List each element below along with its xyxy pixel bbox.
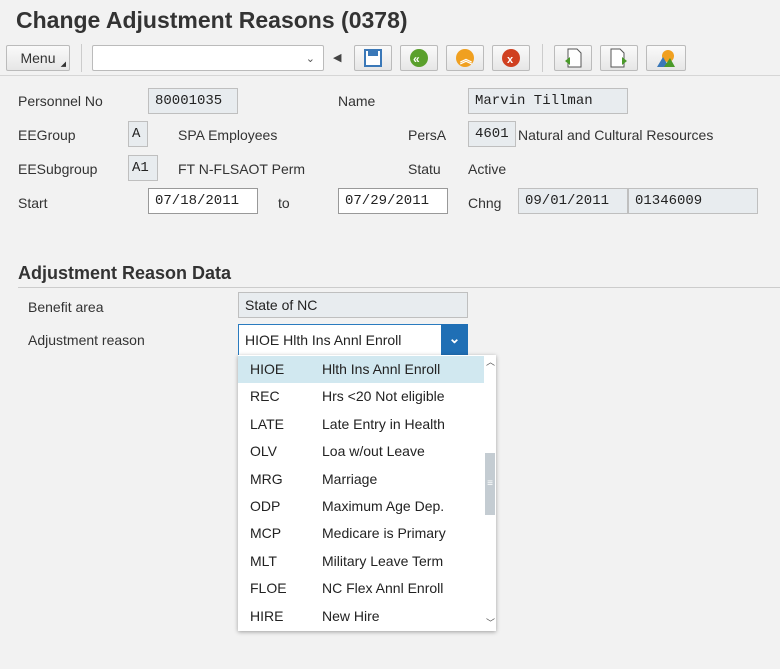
name-label: Name — [338, 93, 376, 109]
back-button[interactable]: « — [400, 45, 438, 71]
svg-text:︽: ︽ — [460, 52, 472, 66]
exit-button[interactable]: ︽ — [446, 45, 484, 71]
option-text: Marriage — [322, 470, 378, 487]
save-button[interactable] — [354, 45, 392, 71]
eegroup-label: EEGroup — [18, 127, 76, 143]
option-code: ODP — [250, 498, 281, 514]
exit-icon: ︽ — [456, 49, 474, 67]
option-text: Hrs <20 Not eligible — [322, 388, 445, 405]
persa-label: PersA — [408, 127, 447, 143]
section-title: Adjustment Reason Data — [18, 263, 232, 283]
save-icon — [364, 49, 382, 67]
persa-text: Natural and Cultural Resources — [518, 127, 714, 143]
option-code: MCP — [250, 525, 282, 542]
option-text: NC Flex Annl Enroll — [322, 580, 444, 597]
status-label: Statu — [408, 161, 441, 177]
eesubgroup-label: EESubgroup — [18, 161, 98, 177]
dropdown-option[interactable]: HIOE Hlth Ins Annl Enroll — [238, 356, 484, 383]
adjustment-reason-label: Adjustment reason — [28, 332, 145, 348]
previous-record-icon — [565, 48, 582, 68]
command-field[interactable]: ⌄ — [92, 45, 324, 71]
scroll-up-icon[interactable]: ︿ — [486, 355, 495, 368]
eesubgroup-field: A1 — [128, 155, 158, 181]
adjustment-reason-select[interactable]: HIOE Hlth Ins Annl Enroll — [238, 324, 468, 356]
eegroup-text: SPA Employees — [178, 127, 278, 143]
name-field: Marvin Tillman — [468, 88, 628, 114]
previous-record-button[interactable] — [554, 45, 592, 71]
option-code: MLT — [250, 552, 277, 569]
option-code: OLV — [250, 443, 277, 460]
changed-by-field: 01346009 — [628, 188, 758, 214]
changed-date-field: 09/01/2011 — [518, 188, 628, 214]
scroll-down-icon[interactable]: ﹀ — [486, 616, 495, 629]
next-record-icon — [610, 48, 627, 68]
scrollbar[interactable]: ︿ ≡ ﹀ — [484, 355, 496, 631]
chevron-down-icon: ⌄ — [305, 52, 315, 65]
option-text: Military Leave Term — [322, 552, 444, 569]
personnel-no-field: 80001035 — [148, 88, 238, 114]
dropdown-option[interactable]: OLV Loa w/out Leave — [238, 438, 484, 465]
benefit-area-label: Benefit area — [28, 299, 104, 315]
collapse-icon[interactable]: ◀ — [333, 51, 341, 64]
svg-text:«: « — [413, 52, 420, 66]
cancel-icon: x — [502, 49, 520, 67]
option-code: LATE — [250, 415, 284, 432]
overview-icon — [657, 50, 675, 67]
back-icon: « — [410, 49, 428, 67]
end-date-input[interactable]: 07/29/2011 — [338, 188, 448, 214]
option-text: Medicare is Primary — [322, 525, 446, 542]
dropdown-option[interactable]: LATE Late Entry in Health — [238, 411, 484, 438]
option-code: HIOE — [250, 361, 285, 377]
chng-label: Chng — [468, 195, 502, 211]
dropdown-option[interactable]: MRG Marriage — [238, 466, 484, 493]
persa-field: 4601 — [468, 121, 516, 147]
dropdown-option[interactable]: MLT Military Leave Term — [238, 548, 484, 575]
option-code: HIRE — [250, 607, 284, 624]
dropdown-option[interactable]: FLOE NC Flex Annl Enroll — [238, 575, 484, 602]
option-code: FLOE — [250, 580, 287, 597]
option-text: Late Entry in Health — [322, 415, 445, 432]
start-date-input[interactable]: 07/18/2011 — [148, 188, 258, 214]
option-text: Loa w/out Leave — [322, 443, 425, 460]
page-title: Change Adjustment Reasons (0378) — [16, 7, 408, 33]
option-text: New Hire — [322, 607, 380, 624]
dropdown-option[interactable]: REC Hrs <20 Not eligible — [238, 383, 484, 410]
adjustment-reason-value: HIOE Hlth Ins Annl Enroll — [245, 332, 402, 348]
toolbar: Menu ◢ ⌄ ◀ « ︽ x — [0, 40, 780, 76]
dropdown-option[interactable]: HIRE New Hire — [238, 603, 484, 630]
menu-button[interactable]: Menu ◢ — [6, 45, 70, 71]
scrollbar-thumb[interactable]: ≡ — [485, 453, 495, 515]
option-code: MRG — [250, 470, 283, 487]
adjustment-reason-dropdown: HIOE Hlth Ins Annl Enroll REC Hrs <20 Not e… — [238, 355, 496, 631]
eegroup-field: A — [128, 121, 148, 147]
dropdown-option[interactable]: MCP Medicare is Primary — [238, 520, 484, 547]
personnel-no-label: Personnel No — [18, 93, 103, 109]
chevron-down-icon[interactable]: ⌄ — [441, 324, 468, 356]
eesubgroup-text: FT N-FLSAOT Perm — [178, 161, 306, 177]
to-label: to — [278, 195, 290, 211]
next-record-button[interactable] — [600, 45, 638, 71]
section-divider — [18, 287, 780, 288]
status-value: Active — [468, 161, 507, 177]
cancel-button[interactable]: x — [492, 45, 530, 71]
option-text: Hlth Ins Annl Enroll — [322, 361, 441, 377]
menu-label: Menu — [20, 50, 56, 66]
benefit-area-field: State of NC — [238, 292, 468, 318]
dropdown-option[interactable]: ODP Maximum Age Dep. — [238, 493, 484, 520]
start-label: Start — [18, 195, 48, 211]
option-text: Maximum Age Dep. — [322, 498, 445, 514]
option-code: REC — [250, 388, 280, 405]
svg-text:x: x — [507, 54, 514, 66]
overview-button[interactable] — [646, 45, 686, 71]
